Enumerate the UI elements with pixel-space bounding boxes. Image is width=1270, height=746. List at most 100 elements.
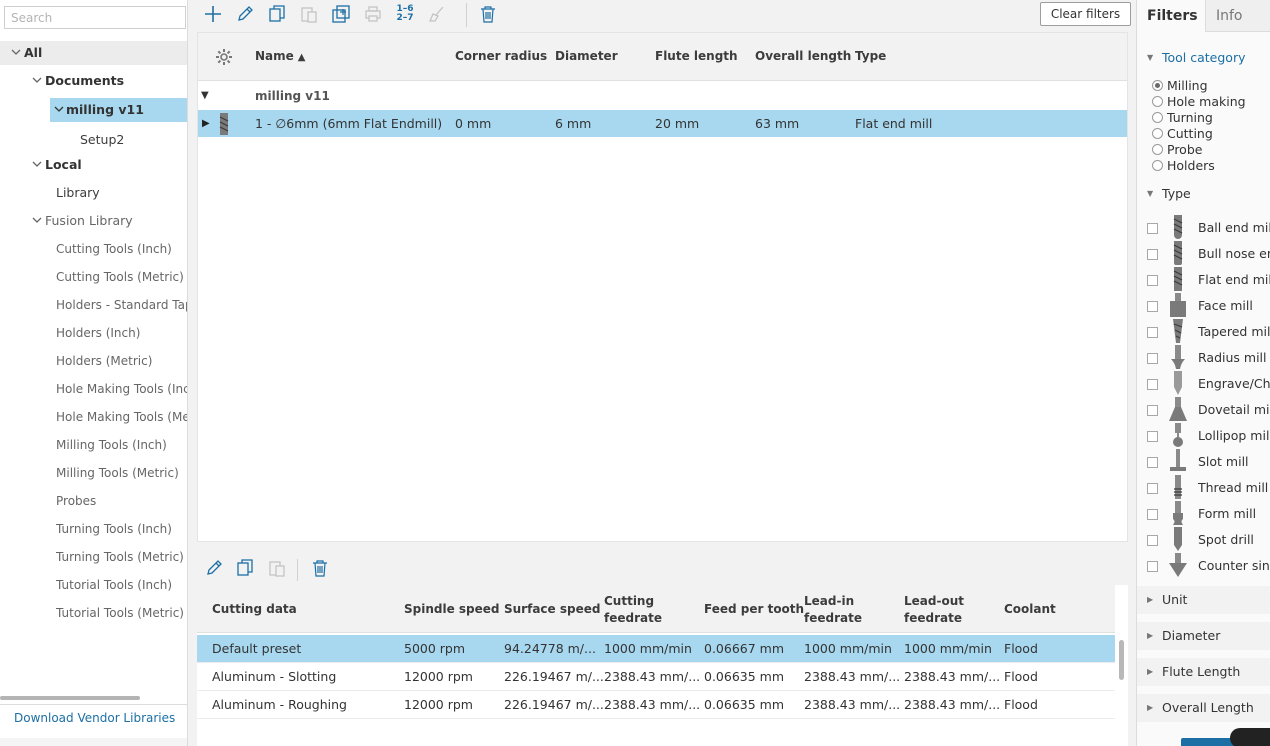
type-filter-counter-sink[interactable]: Counter sink bbox=[1147, 553, 1270, 582]
column-header-feed-per-tooth[interactable]: Feed per tooth bbox=[704, 601, 804, 618]
checkbox[interactable] bbox=[1147, 379, 1158, 390]
tree-item-library-entry[interactable]: Milling Tools (Metric) bbox=[0, 461, 187, 485]
search-input[interactable] bbox=[4, 6, 186, 29]
checkbox[interactable] bbox=[1147, 535, 1158, 546]
tree-item-library-entry[interactable]: Cutting Tools (Inch) bbox=[0, 237, 187, 261]
download-vendor-libraries-link[interactable]: Download Vendor Libraries bbox=[0, 704, 187, 732]
copy-icon[interactable] bbox=[234, 557, 256, 579]
group-row[interactable]: ▼ milling v11 bbox=[198, 85, 1127, 107]
column-header-coolant[interactable]: Coolant bbox=[1004, 601, 1056, 618]
column-header-name[interactable]: Name ▲ bbox=[255, 49, 306, 63]
clear-filters-button[interactable]: Clear filters bbox=[1040, 2, 1131, 26]
chevron-down-icon[interactable] bbox=[32, 209, 42, 233]
checkbox[interactable] bbox=[1147, 561, 1158, 572]
tree-item-library-entry[interactable]: Hole Making Tools (Inc bbox=[0, 377, 187, 401]
chevron-down-icon[interactable] bbox=[11, 41, 21, 65]
add-icon[interactable] bbox=[202, 3, 224, 25]
type-filter-face-mill[interactable]: Face mill bbox=[1147, 293, 1270, 322]
tree-item-library-entry[interactable]: Holders - Standard Tap bbox=[0, 293, 187, 317]
tab-info[interactable]: Info bbox=[1206, 0, 1253, 32]
type-filter-spot-drill[interactable]: Spot drill bbox=[1147, 527, 1270, 556]
tree-item-library-entry[interactable]: Turning Tools (Inch) bbox=[0, 517, 187, 541]
checkbox[interactable] bbox=[1147, 405, 1158, 416]
column-header-cutting-feedrate[interactable]: Cutting feedrate bbox=[604, 593, 662, 627]
radio-button[interactable] bbox=[1152, 160, 1163, 171]
type-filter-form-mill[interactable]: Form mill bbox=[1147, 501, 1270, 530]
overlay-badge[interactable] bbox=[1230, 728, 1270, 746]
type-filter-engrave[interactable]: Engrave/Char bbox=[1147, 371, 1270, 400]
tree-item-library-entry[interactable]: Hole Making Tools (Met bbox=[0, 405, 187, 429]
column-header-lead-in-feedrate[interactable]: Lead-in feedrate bbox=[804, 593, 862, 627]
radio-button[interactable] bbox=[1152, 144, 1163, 155]
type-filter-flat-end-mill[interactable]: Flat end mill bbox=[1147, 267, 1270, 296]
checkbox[interactable] bbox=[1147, 223, 1158, 234]
chevron-down-icon[interactable] bbox=[32, 153, 42, 177]
type-filter-bull-nose[interactable]: Bull nose end bbox=[1147, 241, 1270, 270]
expand-triangle-icon[interactable]: ▶ bbox=[202, 110, 210, 137]
tree-item-milling-v11[interactable]: milling v11 bbox=[50, 98, 187, 122]
tab-filters[interactable]: Filters bbox=[1137, 0, 1206, 32]
tree-item-library[interactable]: Library bbox=[0, 181, 187, 205]
table-row[interactable]: Aluminum - Roughing 12000 rpm 226.19467 … bbox=[197, 691, 1115, 719]
type-filter-ball-end-mill[interactable]: Ball end mill bbox=[1147, 215, 1270, 244]
edit-icon[interactable] bbox=[234, 3, 256, 25]
type-filter-slot-mill[interactable]: Slot mill bbox=[1147, 449, 1270, 478]
column-header-corner-radius[interactable]: Corner radius bbox=[455, 49, 547, 63]
radio-button[interactable] bbox=[1152, 112, 1163, 123]
table-row[interactable]: Default preset 5000 rpm 94.24778 m/... 1… bbox=[197, 635, 1115, 663]
column-header-diameter[interactable]: Diameter bbox=[555, 49, 618, 63]
chevron-down-icon[interactable] bbox=[32, 69, 42, 93]
tree-item-local[interactable]: Local bbox=[0, 153, 187, 177]
tree-item-setup2[interactable]: Setup2 bbox=[0, 128, 187, 152]
horizontal-scrollbar[interactable] bbox=[0, 696, 140, 700]
radio-button[interactable] bbox=[1152, 80, 1163, 91]
delete-icon[interactable] bbox=[477, 3, 499, 25]
type-filter-dovetail-mill[interactable]: Dovetail mill bbox=[1147, 397, 1270, 426]
radio-button[interactable] bbox=[1152, 128, 1163, 139]
checkbox[interactable] bbox=[1147, 301, 1158, 312]
tree-item-library-entry[interactable]: Milling Tools (Inch) bbox=[0, 433, 187, 457]
tree-item-documents[interactable]: Documents bbox=[0, 69, 187, 93]
type-filter-radius-mill[interactable]: Radius mill bbox=[1147, 345, 1270, 374]
tree-item-all[interactable]: All bbox=[0, 41, 187, 65]
checkbox[interactable] bbox=[1147, 249, 1158, 260]
type-filter-tapered-mill[interactable]: Tapered mill bbox=[1147, 319, 1270, 348]
type-filter-lollipop-mill[interactable]: Lollipop mill bbox=[1147, 423, 1270, 452]
checkbox[interactable] bbox=[1147, 353, 1158, 364]
checkbox[interactable] bbox=[1147, 509, 1158, 520]
tree-item-library-entry[interactable]: Tutorial Tools (Inch) bbox=[0, 573, 187, 597]
delete-icon[interactable] bbox=[309, 557, 331, 579]
checkbox[interactable] bbox=[1147, 275, 1158, 286]
table-row[interactable]: ▶ 1 - ∅6mm (6mm Flat Endmill) 0 mm 6 mm … bbox=[198, 110, 1127, 137]
tree-item-library-entry[interactable]: Cutting Tools (Metric) bbox=[0, 265, 187, 289]
column-header-surface-speed[interactable]: Surface speed bbox=[504, 601, 600, 618]
tree-item-library-entry[interactable]: Holders (Inch) bbox=[0, 321, 187, 345]
chevron-down-icon[interactable] bbox=[54, 98, 64, 122]
table-row[interactable]: Aluminum - Slotting 12000 rpm 226.19467 … bbox=[197, 663, 1115, 691]
column-header-spindle-speed[interactable]: Spindle speed bbox=[404, 601, 500, 618]
tree-item-library-entry[interactable]: Turning Tools (Metric) bbox=[0, 545, 187, 569]
type-filter-thread-mill[interactable]: Thread mill bbox=[1147, 475, 1270, 504]
column-header-lead-out-feedrate[interactable]: Lead-out feedrate bbox=[904, 593, 964, 627]
copy-icon[interactable] bbox=[266, 3, 288, 25]
checkbox[interactable] bbox=[1147, 457, 1158, 468]
section-flute-length[interactable]: ▶ Flute Length bbox=[1137, 658, 1270, 686]
section-type[interactable]: ▼ Type bbox=[1137, 180, 1270, 208]
tree-item-fusion-library[interactable]: Fusion Library bbox=[0, 209, 187, 233]
checkbox[interactable] bbox=[1147, 327, 1158, 338]
section-tool-category[interactable]: ▼ Tool category bbox=[1137, 44, 1270, 72]
checkbox[interactable] bbox=[1147, 483, 1158, 494]
expand-triangle-icon[interactable]: ▼ bbox=[201, 85, 209, 107]
tree-item-library-entry[interactable]: Tutorial Tools (Metric) bbox=[0, 601, 187, 625]
checkbox[interactable] bbox=[1147, 431, 1158, 442]
column-header-type[interactable]: Type bbox=[855, 49, 886, 63]
settings-gear-icon[interactable] bbox=[215, 48, 233, 69]
tree-item-library-entry[interactable]: Probes bbox=[0, 489, 187, 513]
column-header-cutting-data[interactable]: Cutting data bbox=[212, 601, 297, 618]
section-unit[interactable]: ▶ Unit bbox=[1137, 586, 1270, 614]
renumber-icon[interactable]: 1–6 2–7 bbox=[394, 3, 416, 25]
column-header-overall-length[interactable]: Overall length bbox=[755, 49, 851, 63]
radio-button[interactable] bbox=[1152, 96, 1163, 107]
edit-icon[interactable] bbox=[203, 557, 225, 579]
section-diameter[interactable]: ▶ Diameter bbox=[1137, 622, 1270, 650]
